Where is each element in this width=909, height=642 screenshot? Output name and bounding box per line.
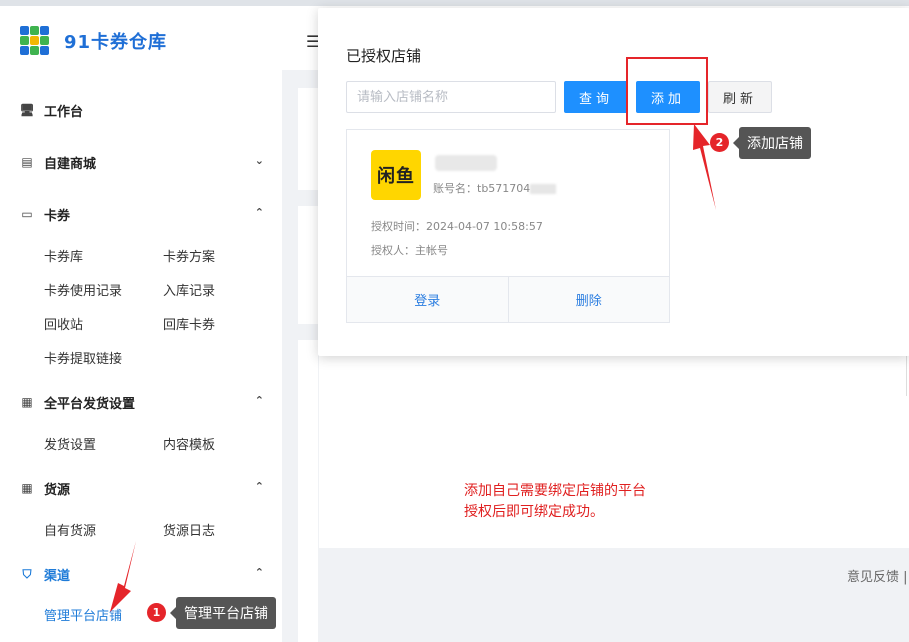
- sidebar-item-coupon-plan[interactable]: 卡券方案: [163, 246, 215, 265]
- logo-mark-icon: [20, 26, 50, 56]
- sidebar-item-manage-shops[interactable]: 管理平台店铺: [44, 605, 122, 624]
- sidebar: 91卡券仓库 🖥 工作台 ▤ 自建商城 ⌄ ▭ 卡券 ⌃ 卡券库 卡券方案 卡券…: [0, 6, 282, 642]
- step-2-tooltip: 添加店铺: [733, 127, 811, 159]
- menu-coupon-label: 卡券: [44, 208, 71, 224]
- menu-mall-label: 自建商城: [44, 156, 97, 172]
- auth-time-value: 2024-04-07 10:58:57: [426, 220, 543, 233]
- menu-coupon[interactable]: ▭ 卡券 ⌃: [20, 204, 268, 224]
- shop-logo-text: 闲鱼: [377, 166, 415, 187]
- xianyu-logo: 闲鱼: [371, 150, 421, 200]
- auth-person-label: 授权人：: [371, 244, 415, 257]
- shop-search-input[interactable]: [346, 81, 556, 113]
- card-icon: ▭: [21, 207, 33, 221]
- menu-mall[interactable]: ▤ 自建商城 ⌄: [20, 152, 268, 172]
- account-label: 账号名：: [433, 182, 477, 195]
- menu-source-label: 货源: [44, 482, 71, 498]
- sidebar-item-stock-in-record[interactable]: 入库记录: [163, 280, 215, 299]
- sidebar-item-coupon-link[interactable]: 卡券提取链接: [44, 348, 122, 367]
- menu-shipping[interactable]: ▦ 全平台发货设置 ⌃: [20, 392, 268, 412]
- sidebar-item-coupon-library[interactable]: 卡券库: [44, 246, 83, 265]
- shop-card: 闲鱼 账号名：tb571704 授权时间：2024-04-07 10:58:57…: [346, 129, 670, 323]
- add-button-highlight: [626, 57, 708, 125]
- auth-person-value: 主帐号: [415, 244, 448, 257]
- sidebar-item-source-log[interactable]: 货源日志: [163, 520, 215, 539]
- menu-shipping-label: 全平台发货设置: [44, 396, 136, 412]
- sidebar-item-coupon-usage[interactable]: 卡券使用记录: [44, 280, 122, 299]
- menu-channel[interactable]: ⛉ 渠道 ⌃: [20, 564, 268, 584]
- chevron-down-icon: ⌄: [254, 154, 264, 167]
- grid-icon: ▦: [21, 395, 33, 409]
- auth-person: 授权人：主帐号: [371, 242, 448, 258]
- note-line-2: 授权后即可绑定成功。: [464, 504, 604, 520]
- note-line-1: 添加自己需要绑定店铺的平台: [464, 483, 646, 499]
- chevron-up-icon: ⌃: [254, 394, 264, 407]
- bag-icon: ⛉: [22, 566, 32, 581]
- step-1-tooltip: 管理平台店铺: [170, 597, 276, 629]
- chevron-up-icon: ⌃: [254, 480, 264, 493]
- feedback-link[interactable]: 意见反馈 |: [847, 566, 908, 585]
- menu-workbench[interactable]: 🖥 工作台: [19, 100, 268, 120]
- instruction-note: 添加自己需要绑定店铺的平台 授权后即可绑定成功。: [464, 481, 646, 523]
- grid-icon: ▦: [21, 481, 33, 495]
- authorized-shops-popover: 已授权店铺 查询 添加 刷新 闲鱼 账号名：tb571704 授权时间：2024…: [318, 8, 909, 356]
- sidebar-item-returned-coupon[interactable]: 回库卡券: [163, 314, 215, 333]
- refresh-button[interactable]: 刷新: [708, 81, 772, 113]
- shop-account: 账号名：tb571704: [433, 180, 557, 196]
- store-icon: ▤: [21, 155, 33, 169]
- content-column: [298, 88, 318, 642]
- login-button[interactable]: 登录: [347, 277, 508, 322]
- logo-text: 91卡券仓库: [64, 32, 168, 53]
- sidebar-item-recycle-bin[interactable]: 回收站: [44, 314, 83, 333]
- sidebar-item-shipping-settings[interactable]: 发货设置: [44, 434, 96, 453]
- menu-channel-label: 渠道: [44, 568, 71, 584]
- menu-source[interactable]: ▦ 货源 ⌃: [20, 478, 268, 498]
- chevron-up-icon: ⌃: [254, 206, 264, 219]
- app-logo[interactable]: 91卡券仓库: [20, 26, 167, 56]
- sidebar-item-content-template[interactable]: 内容模板: [163, 434, 215, 453]
- shop-card-actions: 登录 删除: [347, 276, 669, 322]
- popover-title: 已授权店铺: [346, 47, 422, 65]
- menu-workbench-label: 工作台: [44, 104, 84, 120]
- sidebar-item-own-source[interactable]: 自有货源: [44, 520, 96, 539]
- account-value: tb571704: [477, 182, 531, 195]
- step-1-badge: 1: [147, 603, 166, 622]
- delete-button[interactable]: 删除: [507, 277, 670, 322]
- auth-time-label: 授权时间：: [371, 220, 426, 233]
- query-button[interactable]: 查询: [564, 81, 628, 113]
- monitor-icon: 🖥: [19, 103, 35, 117]
- chevron-up-icon: ⌃: [254, 566, 264, 579]
- shop-name-blurred: [435, 155, 497, 171]
- step-2-badge: 2: [710, 133, 729, 152]
- auth-time: 授权时间：2024-04-07 10:58:57: [371, 218, 543, 234]
